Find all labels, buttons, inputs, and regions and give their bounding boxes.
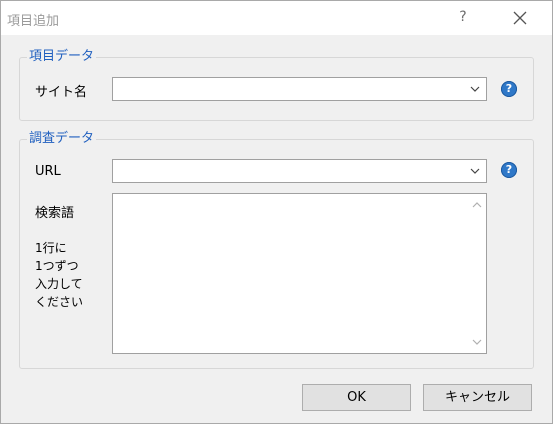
search-terms-hint: 1行に 1つずつ 入力して ください <box>35 239 83 311</box>
site-name-combobox[interactable] <box>112 77 487 101</box>
close-icon[interactable] <box>509 7 531 29</box>
search-terms-label: 検索語 <box>35 206 75 221</box>
title-bar: 項目追加 ? <box>1 1 552 35</box>
item-data-group-title: 項目データ <box>27 49 97 65</box>
chevron-down-icon <box>470 86 480 92</box>
hint-line: 1つずつ <box>35 259 79 273</box>
ok-button[interactable]: OK <box>302 384 411 411</box>
cancel-button[interactable]: キャンセル <box>423 384 532 411</box>
dialog-title: 項目追加 <box>7 14 60 29</box>
scroll-down-icon[interactable] <box>472 339 482 346</box>
help-icon[interactable]: ? <box>501 162 517 178</box>
scroll-up-icon[interactable] <box>472 201 482 208</box>
url-combobox[interactable] <box>112 159 487 183</box>
hint-line: 1行に <box>35 241 67 255</box>
hint-line: ください <box>35 295 84 309</box>
vertical-scrollbar[interactable] <box>469 195 485 352</box>
dialog-window: 項目追加 ? 項目データ サイト名 ? 調査データ URL ? 検索語 1行に … <box>0 0 553 424</box>
help-button[interactable]: ? <box>453 7 473 27</box>
url-label: URL <box>35 164 61 179</box>
hint-line: 入力して <box>35 277 83 291</box>
help-icon[interactable]: ? <box>501 81 517 97</box>
chevron-down-icon <box>470 168 480 174</box>
survey-data-group-title: 調査データ <box>27 131 97 147</box>
site-name-label: サイト名 <box>35 85 88 100</box>
search-terms-textarea[interactable] <box>112 193 487 354</box>
